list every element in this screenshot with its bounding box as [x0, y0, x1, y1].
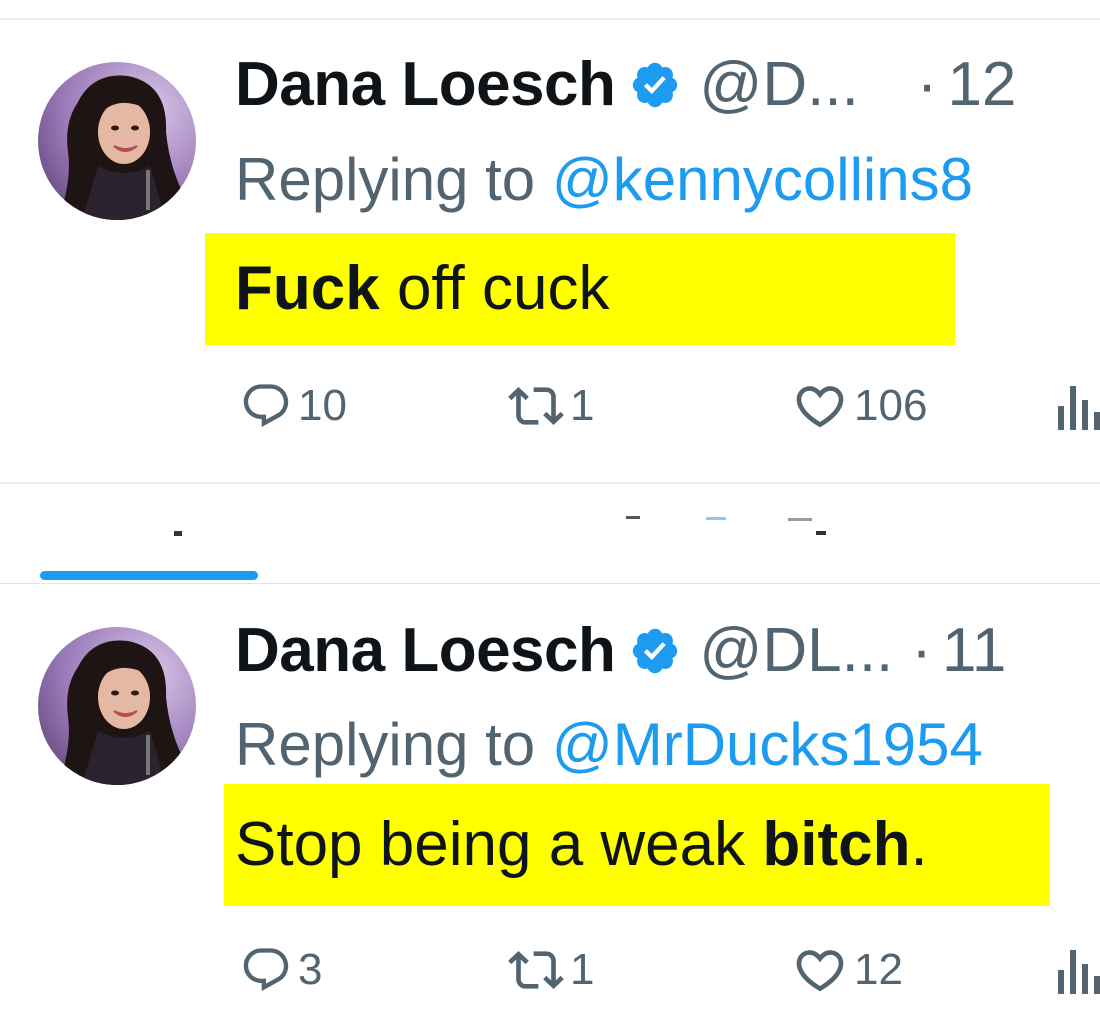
- like-count: 12: [854, 945, 903, 994]
- cropped-row-fragment: [788, 518, 812, 521]
- views-icon: [1058, 386, 1100, 430]
- divider: [0, 482, 1100, 484]
- repost-icon: [508, 387, 564, 425]
- handle[interactable]: @DL...: [699, 616, 893, 685]
- cropped-row-fragment: [626, 516, 640, 519]
- timestamp[interactable]: 12: [947, 50, 1016, 119]
- tweet-1[interactable]: Dana Loesch @D... · 12 Replying to @kennyco…: [0, 0, 1100, 480]
- views-button[interactable]: [1052, 940, 1100, 1000]
- reply-icon: [243, 384, 289, 428]
- like-count: 106: [854, 381, 928, 430]
- handle[interactable]: @D...: [699, 50, 858, 119]
- avatar[interactable]: [38, 627, 196, 785]
- replying-to-handle[interactable]: @MrDucks1954: [552, 711, 983, 778]
- tweet-text-start: Stop being a weak: [235, 810, 763, 879]
- repost-button[interactable]: 1: [508, 376, 594, 436]
- tweet-text-bold: Fuck: [235, 254, 380, 323]
- reply-count: 3: [298, 945, 323, 994]
- like-button[interactable]: 106: [792, 376, 927, 436]
- tweet-text: Fuck off cuck: [235, 254, 609, 324]
- replying-to-handle[interactable]: @kennycollins8: [552, 146, 973, 213]
- verified-badge-icon[interactable]: [629, 56, 681, 108]
- separator-dot: ·: [916, 50, 938, 119]
- display-name[interactable]: Dana Loesch: [235, 616, 616, 685]
- tweet-header: Dana Loesch @DL... · 11: [235, 616, 1006, 686]
- repost-count: 1: [570, 945, 595, 994]
- tweet-text-bold: bitch: [762, 810, 911, 879]
- cropped-row-fragment: [174, 531, 182, 536]
- replying-to-label: Replying to: [235, 711, 552, 778]
- cropped-row-fragment: [816, 531, 826, 535]
- timestamp[interactable]: 11: [942, 616, 1006, 685]
- like-icon: [796, 386, 844, 428]
- action-bar: 3 1 12: [0, 940, 1100, 1000]
- like-button[interactable]: 12: [792, 940, 903, 1000]
- tweet-text: Stop being a weak bitch.: [235, 810, 928, 880]
- divider: [0, 583, 1100, 584]
- active-tab-indicator: [40, 571, 258, 580]
- views-button[interactable]: [1052, 376, 1100, 436]
- repost-button[interactable]: 1: [508, 940, 594, 1000]
- action-bar: 10 1 106: [0, 376, 1100, 436]
- repost-icon: [508, 951, 564, 989]
- reply-count: 10: [298, 381, 347, 430]
- tweet-header: Dana Loesch @D... · 12: [235, 50, 1016, 120]
- avatar[interactable]: [38, 62, 196, 220]
- cropped-row-fragment: [706, 517, 726, 520]
- reply-button[interactable]: 3: [240, 940, 322, 1000]
- verified-badge-icon[interactable]: [629, 622, 681, 674]
- display-name[interactable]: Dana Loesch: [235, 50, 616, 119]
- repost-count: 1: [570, 381, 595, 430]
- reply-icon: [243, 948, 289, 992]
- tweet-text-end: .: [910, 810, 928, 879]
- views-icon: [1058, 950, 1100, 994]
- tweet-text-rest: off cuck: [379, 254, 610, 323]
- reply-button[interactable]: 10: [240, 376, 347, 436]
- replying-to-line: Replying to @MrDucks1954: [235, 711, 983, 779]
- replying-to-label: Replying to: [235, 146, 552, 213]
- separator-dot: ·: [911, 616, 932, 685]
- like-icon: [796, 950, 844, 992]
- replying-to-line: Replying to @kennycollins8: [235, 146, 973, 214]
- tweet-2[interactable]: Dana Loesch @DL... · 11 Replying to @MrDuck…: [0, 585, 1100, 1031]
